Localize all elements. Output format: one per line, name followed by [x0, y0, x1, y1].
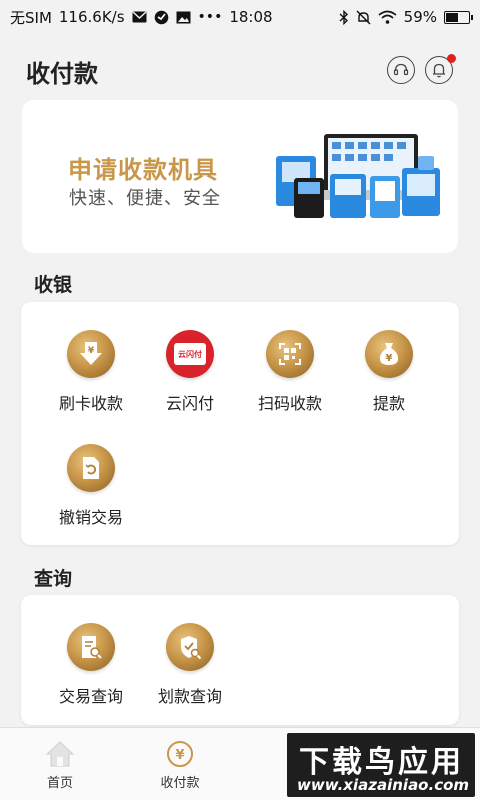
- doc-search-icon: [67, 623, 115, 671]
- banner-subtitle: 快速、便捷、安全: [69, 188, 221, 209]
- bell-icon: [433, 63, 445, 78]
- section-title-query: 查询: [34, 568, 73, 590]
- qr-scan-icon: [266, 330, 314, 378]
- money-bag-icon: ¥: [365, 330, 413, 378]
- battery-percent: 59%: [403, 8, 437, 26]
- site-watermark: 下载鸟应用 www.xiazainiao.com: [287, 733, 475, 797]
- more-icon: •••: [197, 9, 223, 25]
- mute-bell-icon: [356, 10, 371, 24]
- undo-doc-icon: [67, 444, 115, 492]
- cashier-card: ¥ 刷卡收款 云闪付 云闪付 扫码收款 ¥ 提款 撤销交易: [21, 302, 459, 545]
- app-notification-icon: [154, 10, 168, 24]
- image-notification-icon: [176, 11, 191, 23]
- nav-home-label: 首页: [46, 776, 73, 791]
- customer-service-button[interactable]: [387, 56, 415, 84]
- section-title-cashier: 收银: [34, 274, 73, 296]
- notification-dot: [447, 54, 456, 63]
- item-label: 云闪付: [165, 394, 214, 413]
- network-speed: 116.6K/s: [58, 8, 125, 26]
- battery-icon: [444, 10, 473, 24]
- withdraw-item[interactable]: ¥ 提款: [339, 330, 439, 430]
- svg-text:¥: ¥: [175, 748, 184, 763]
- card-swipe-payment-item[interactable]: ¥ 刷卡收款: [41, 330, 141, 430]
- svg-text:¥: ¥: [88, 346, 95, 356]
- yunshanfu-item[interactable]: 云闪付 云闪付: [140, 330, 240, 430]
- home-icon: [45, 741, 75, 767]
- banner-title: 申请收款机具: [68, 156, 218, 184]
- qr-scan-payment-item[interactable]: 扫码收款: [240, 330, 340, 430]
- item-label: 划款查询: [157, 687, 222, 706]
- clock-text: 18:08: [229, 8, 273, 26]
- svg-text:¥: ¥: [386, 353, 393, 364]
- apply-terminal-banner[interactable]: 申请收款机具 快速、便捷、安全: [22, 100, 458, 253]
- nav-payments[interactable]: ¥ 收付款: [140, 740, 220, 791]
- yuan-circle-icon: ¥: [167, 741, 193, 767]
- item-label: 交易查询: [58, 687, 123, 706]
- watermark-url: www.xiazainiao.com: [297, 776, 470, 794]
- transaction-query-item[interactable]: 交易查询: [41, 623, 141, 723]
- app-header: 收付款: [0, 40, 480, 100]
- watermark-title: 下载鸟应用: [299, 745, 464, 780]
- card-download-icon: ¥: [67, 330, 115, 378]
- yunshanfu-badge-text: 云闪付: [178, 349, 202, 359]
- cancel-transaction-item[interactable]: 撤销交易: [41, 444, 141, 544]
- transfer-query-item[interactable]: 划款查询: [140, 623, 240, 723]
- shield-search-icon: [166, 623, 214, 671]
- notification-button[interactable]: [425, 54, 456, 84]
- item-label: 扫码收款: [257, 394, 322, 413]
- nav-payments-label: 收付款: [160, 776, 200, 791]
- wifi-icon: [378, 10, 397, 24]
- headset-icon: [393, 63, 409, 76]
- status-bar: 无SIM 116.6K/s ••• 18:08 59%: [0, 0, 480, 34]
- pos-devices-illustration: [276, 134, 440, 218]
- bluetooth-icon: [339, 9, 348, 25]
- carrier-text: 无SIM: [10, 8, 52, 27]
- item-label: 刷卡收款: [58, 394, 123, 413]
- query-card: 交易查询 划款查询: [21, 595, 459, 725]
- mail-icon: [132, 11, 147, 23]
- item-label: 提款: [372, 394, 405, 413]
- yunshanfu-icon: 云闪付: [166, 330, 214, 378]
- item-label: 撤销交易: [58, 508, 123, 527]
- page-title: 收付款: [26, 60, 98, 88]
- nav-home[interactable]: 首页: [20, 740, 100, 791]
